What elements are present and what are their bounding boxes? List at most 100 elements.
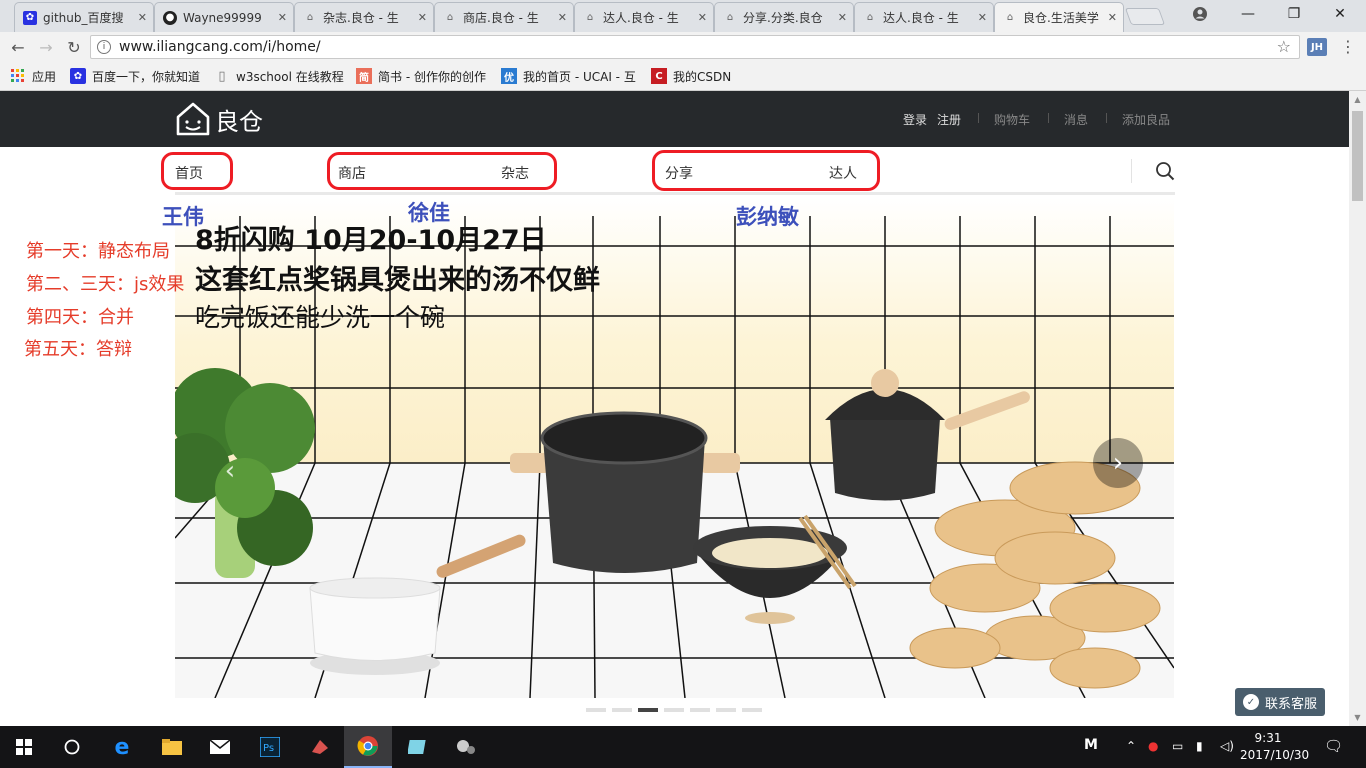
contact-service-button[interactable]: ✓ 联系客服 [1235,688,1325,716]
menu-dots-icon[interactable]: ⋮ [1340,37,1356,57]
prev-slide-icon[interactable]: ‹ [205,446,255,496]
annotation-name-pengnamin: 彭纳敏 [736,205,799,229]
close-icon[interactable]: ✕ [138,11,147,24]
url-text: www.iliangcang.com/i/home/ [119,39,321,55]
browser-tab-active[interactable]: ⌂ 良仓.生活美学 ✕ [994,2,1124,32]
slide-dot[interactable] [664,708,684,712]
slide-dot[interactable] [716,708,736,712]
slide-dot[interactable] [690,708,710,712]
scroll-down-icon[interactable]: ▼ [1349,709,1366,726]
register-link[interactable]: 注册 [937,111,961,128]
tray-chevron-up-icon[interactable]: ⌃ [1126,739,1136,753]
banner-caption: 吃完饭还能少洗一个碗 [195,303,446,332]
bookmark-baidu[interactable]: ✿ 百度一下，你就知道 [70,68,200,84]
new-tab-button[interactable] [1124,8,1166,25]
svg-text:Ps: Ps [263,743,274,754]
close-icon[interactable]: ✕ [278,11,287,24]
next-slide-icon[interactable]: › [1093,438,1143,488]
browser-tab[interactable]: ⌂ 分享.分类.良仓 ✕ [714,2,854,32]
browser-toolbar: ← → ↻ i www.iliangcang.com/i/home/ ☆ JH … [0,32,1366,62]
close-icon[interactable]: ✕ [978,11,987,24]
tab-title: 达人.良仓 - 生 [603,11,679,25]
close-icon[interactable]: ✕ [418,11,427,24]
tab-title: 商店.良仓 - 生 [463,11,539,25]
messages-link[interactable]: 消息 [1064,111,1088,128]
window-close-icon[interactable]: ✕ [1320,0,1360,28]
browser-tab[interactable]: ⌂ 达人.良仓 - 生 ✕ [574,2,714,32]
cart-link[interactable]: 购物车 [994,111,1030,128]
cortana-search-icon[interactable] [48,726,96,768]
add-goods-link[interactable]: 添加良品 [1122,111,1170,128]
tray-network-icon[interactable]: ▭ [1172,739,1183,753]
annotation-name-xujia: 徐佳 [408,201,450,225]
clock-date: 2017/10/30 [1240,748,1310,762]
page-scrollbar[interactable]: ▲ ▼ [1349,91,1366,726]
close-icon[interactable]: ✕ [1108,11,1117,24]
browser-tab[interactable]: ⌂ 达人.良仓 - 生 ✕ [854,2,994,32]
search-icon [1156,162,1175,181]
forward-arrow-icon[interactable]: → [35,36,57,58]
close-icon[interactable]: ✕ [838,11,847,24]
browser-tab[interactable]: ⌂ 商店.良仓 - 生 ✕ [434,2,574,32]
tray-volume-icon[interactable]: ◁) [1220,739,1234,753]
slide-dot-active[interactable] [638,708,658,712]
browser-tab[interactable]: ● Wayne99999 ✕ [154,2,294,32]
chrome-icon[interactable] [344,726,392,768]
baidu-paw-icon: ✿ [23,10,37,25]
photoshop-icon[interactable]: Ps [246,726,294,768]
minimize-icon[interactable]: — [1228,0,1268,28]
hero-banner[interactable]: 8折闪购 10月20-10月27日 这套红点奖锅具煲出来的汤不仅鲜 吃完饭还能少… [175,198,1174,698]
scroll-up-icon[interactable]: ▲ [1349,91,1366,108]
slide-dot[interactable] [586,708,606,712]
scrollbar-thumb[interactable] [1352,111,1363,201]
browser-tab[interactable]: ✿ github_百度搜 ✕ [14,2,154,32]
liangcang-icon: ⌂ [446,12,454,23]
extension-jh-button[interactable]: JH [1307,38,1327,56]
restore-icon[interactable]: ❐ [1274,0,1314,28]
bookmark-label: 我的首页 - UCAI - 互 [523,69,636,84]
page-viewport: 良仓 登录 注册 购物车 消息 添加良品 首页 商店 杂志 分享 达人 8折闪购… [0,91,1349,726]
annotation-circle-shop-magazine [327,152,557,190]
baidu-paw-icon: ✿ [70,68,86,84]
edge-browser-icon[interactable]: e [98,726,146,768]
file-explorer-icon[interactable] [148,726,196,768]
bookmark-csdn[interactable]: C 我的CSDN [651,68,731,84]
close-icon[interactable]: ✕ [698,11,707,24]
mail-icon[interactable] [196,726,244,768]
address-bar[interactable]: i www.iliangcang.com/i/home/ ☆ [90,35,1300,59]
house-smile-icon [176,102,210,136]
tray-battery-icon[interactable]: ▮ [1196,739,1203,753]
windows-start-icon[interactable] [0,726,48,768]
action-center-icon[interactable]: 🗨 [1324,737,1343,755]
info-icon[interactable]: i [97,40,111,54]
tray-app-icon[interactable]: ● [1148,739,1158,753]
apps-grid-icon [10,68,26,84]
slide-dot[interactable] [612,708,632,712]
bookmark-label: w3school 在线教程 [236,69,344,84]
bookmark-label: 简书 - 创作你的创作 [378,69,486,84]
app-icon[interactable] [296,726,344,768]
browser-tab[interactable]: ⌂ 杂志.良仓 - 生 ✕ [294,2,434,32]
bookmark-jianshu[interactable]: 简 简书 - 创作你的创作 [356,68,486,84]
profile-icon[interactable] [1180,0,1220,28]
taskbar-clock[interactable]: 9:31 2017/10/30 [1240,730,1310,764]
divider [978,113,979,123]
bookmark-star-icon[interactable]: ☆ [1277,37,1291,56]
contact-label: 联系客服 [1264,696,1317,712]
site-logo[interactable]: 良仓 [175,101,263,137]
app-icon[interactable] [442,726,490,768]
bookmark-ucai[interactable]: 优 我的首页 - UCAI - 互 [501,68,636,84]
bookmark-apps[interactable]: 应用 [10,68,56,84]
back-arrow-icon[interactable]: ← [7,36,29,58]
nav-search-button[interactable] [1131,159,1175,183]
bookmark-w3school[interactable]: ▯ w3school 在线教程 [214,68,344,84]
login-link[interactable]: 登录 [903,111,927,128]
app-icon[interactable] [394,726,442,768]
slide-dot[interactable] [742,708,762,712]
close-icon[interactable]: ✕ [558,11,567,24]
plan-day-2-3: 第二、三天：js效果 [26,274,185,295]
tab-title: github_百度搜 [43,11,124,25]
reload-icon[interactable]: ↻ [63,36,85,58]
liangcang-icon: ⌂ [866,12,874,23]
tray-input-method[interactable]: M [1084,737,1098,753]
